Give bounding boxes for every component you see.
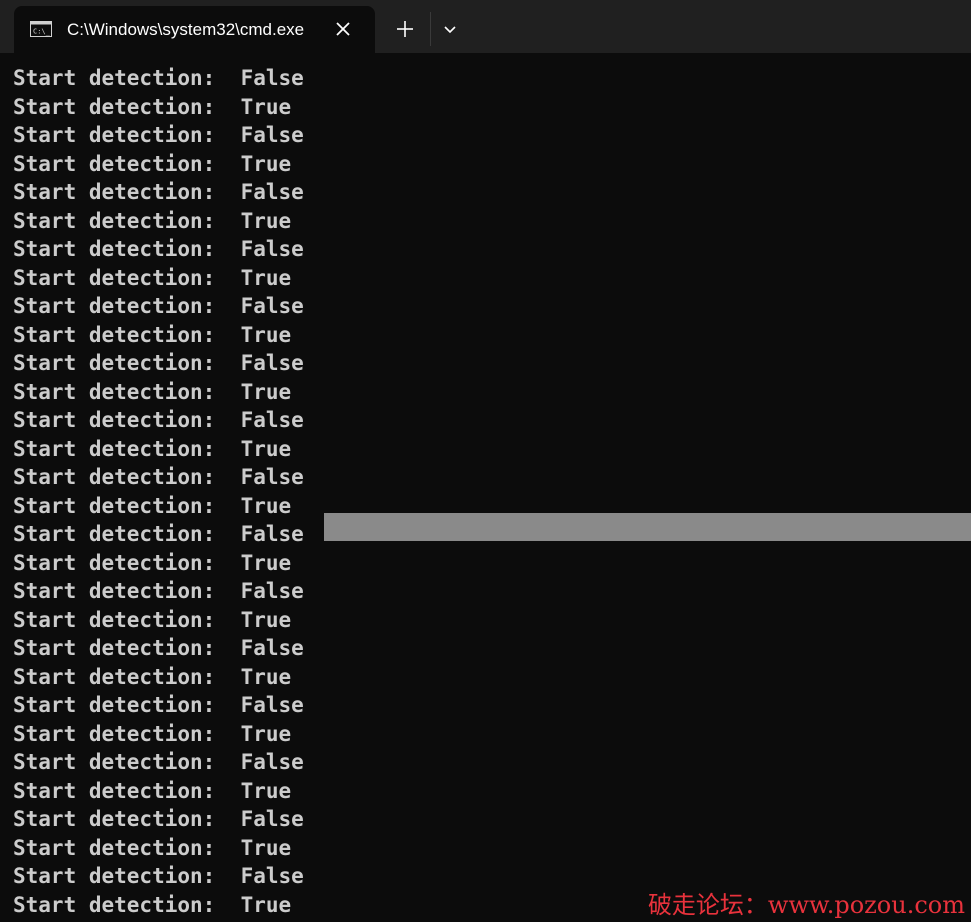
tab-bar: C:\_ C:\Windows\system32\cmd.exe	[0, 0, 971, 53]
terminal-window: C:\_ C:\Windows\system32\cmd.exe Start d…	[0, 0, 971, 922]
svg-text:C:\_: C:\_	[33, 28, 51, 36]
terminal-line: Start detection: False	[13, 579, 304, 603]
terminal-line: Start detection: False	[13, 864, 304, 888]
terminal-line: Start detection: True	[13, 265, 292, 290]
terminal-line: Start detection: True	[13, 94, 292, 119]
plus-icon[interactable]	[392, 16, 418, 42]
chevron-down-icon[interactable]	[440, 19, 460, 39]
terminal-line: Start detection: False	[13, 693, 304, 717]
terminal-line: Start detection: False	[13, 408, 304, 432]
tab-cmd[interactable]: C:\_ C:\Windows\system32\cmd.exe	[14, 6, 375, 53]
terminal-line: Start detection: True	[13, 721, 292, 746]
terminal-line: Start detection: True	[13, 835, 292, 860]
terminal-line: Start detection: False	[13, 180, 304, 204]
terminal-line: Start detection: True	[13, 151, 292, 176]
terminal-line: Start detection: False	[13, 237, 304, 261]
terminal-output[interactable]: Start detection: False Start detection: T…	[0, 64, 971, 922]
watermark: 破走论坛：www.pozou.com	[647, 891, 965, 919]
terminal-line: Start detection: False	[13, 351, 304, 375]
cmd-icon: C:\_	[30, 21, 52, 37]
terminal-line: Start detection: False	[13, 465, 304, 489]
terminal-line: Start detection: False	[13, 807, 304, 831]
terminal-line: Start detection: True	[13, 778, 292, 803]
terminal-line: Start detection: True	[13, 379, 292, 404]
terminal-line: Start detection: False	[13, 636, 304, 660]
terminal-line: Start detection: True	[13, 322, 292, 347]
terminal-line: Start detection: False	[13, 66, 304, 90]
terminal-line: Start detection: True	[13, 664, 292, 689]
tab-title: C:\Windows\system32\cmd.exe	[67, 20, 305, 39]
terminal-cursor	[324, 513, 971, 541]
close-icon[interactable]	[331, 17, 355, 41]
terminal-line: Start detection: True	[13, 208, 292, 233]
tab-divider	[430, 12, 431, 46]
terminal-line: Start detection: False	[13, 123, 304, 147]
terminal-line: Start detection: True	[13, 607, 292, 632]
terminal-line: Start detection: True	[13, 550, 292, 575]
terminal-line: Start detection: False	[13, 294, 304, 318]
terminal-line: Start detection: False	[13, 750, 304, 774]
terminal-line: Start detection: True	[13, 436, 292, 461]
